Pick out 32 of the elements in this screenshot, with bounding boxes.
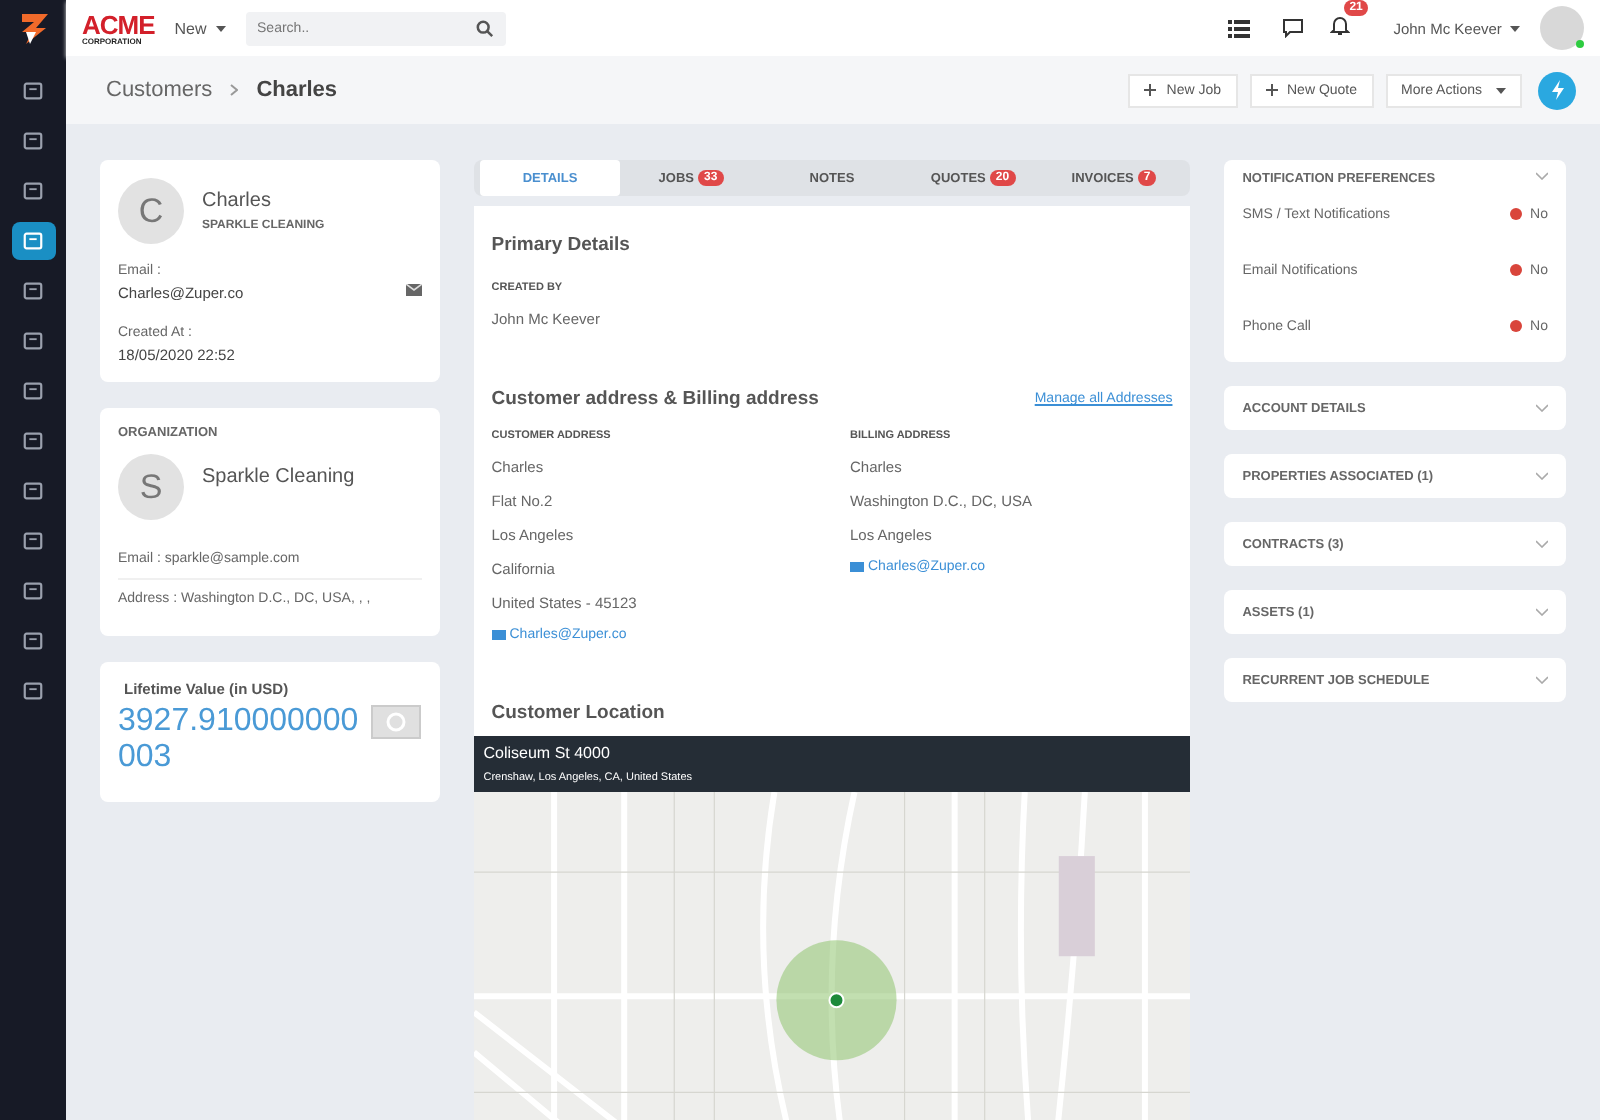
caret-icon — [1496, 87, 1506, 93]
section-title: Customer address & Billing address — [489, 388, 821, 410]
section-title: Primary Details — [489, 234, 632, 256]
chat-icon[interactable] — [1281, 18, 1304, 38]
nav-icon[interactable] — [11, 222, 55, 260]
bell-icon[interactable] — [1329, 14, 1350, 36]
lightning-icon — [1549, 80, 1565, 100]
chevron-icon — [1535, 540, 1548, 548]
banknote-icon — [369, 704, 422, 740]
chevron-icon — [1535, 172, 1548, 180]
caret-icon — [1510, 26, 1520, 33]
caret-icon — [215, 25, 226, 32]
search-icon — [475, 19, 494, 37]
customer-name: Charles — [202, 190, 273, 212]
lifetime-value: 3927.910000000003 — [118, 704, 361, 775]
place-name: Coliseum St 4000 — [483, 744, 612, 762]
list-icon[interactable] — [1227, 19, 1250, 37]
breadcrumb-current: Charles — [256, 78, 338, 102]
section-title: Customer Location — [489, 702, 667, 724]
online-status-icon — [1576, 40, 1584, 48]
plus-icon — [1144, 84, 1157, 96]
plus-icon — [1265, 84, 1277, 96]
avatar-initial: S — [118, 454, 184, 520]
organization-name: Sparkle Cleaning — [202, 466, 355, 488]
avatar-initial: C — [118, 178, 184, 244]
chevron-icon — [1535, 404, 1548, 412]
chevron-icon — [1535, 472, 1548, 480]
chevron-icon — [1535, 608, 1548, 616]
breadcrumb-link[interactable]: Customers — [106, 78, 213, 102]
new-menu[interactable]: New — [174, 19, 226, 37]
chevron-icon — [1535, 676, 1548, 684]
quick-action-button[interactable] — [1538, 71, 1576, 109]
